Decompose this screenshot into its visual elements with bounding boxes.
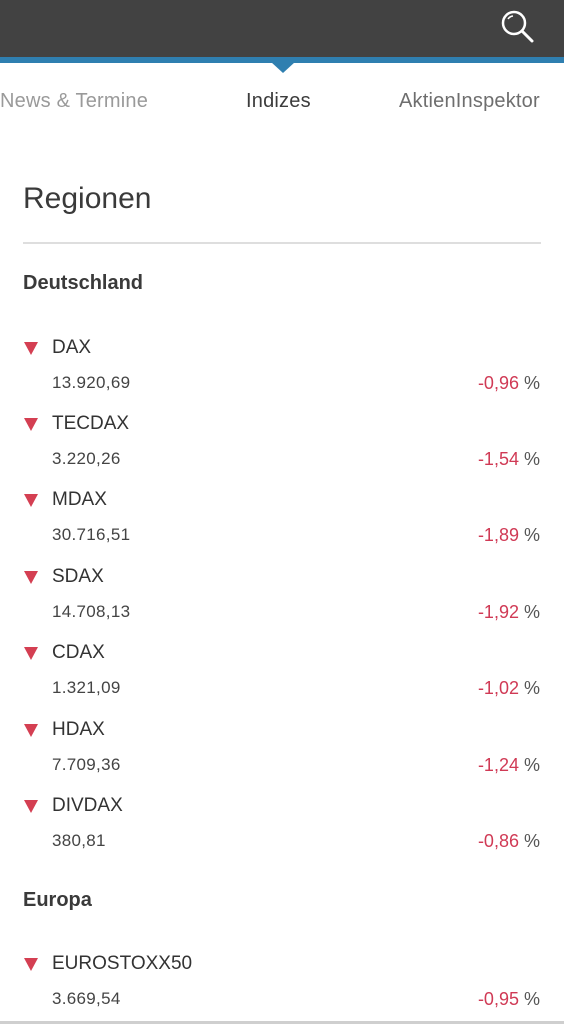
index-name: TECDAX xyxy=(52,413,130,434)
index-row-hdax[interactable]: HDAX 7.709,36 -1,24 % xyxy=(0,719,564,789)
group-heading-deutschland: Deutschland xyxy=(23,272,144,294)
index-row-tecdax[interactable]: TECDAX 3.220,26 -1,54 % xyxy=(0,413,564,483)
index-value: 3.669,54 xyxy=(52,989,121,1008)
down-arrow-icon xyxy=(24,958,38,971)
change-value: -1,54 xyxy=(477,449,519,469)
down-arrow-icon xyxy=(24,571,38,584)
change-value: -1,02 xyxy=(477,678,519,698)
index-name: CDAX xyxy=(52,642,105,663)
change-unit: % xyxy=(523,989,540,1009)
index-value: 14.708,13 xyxy=(52,602,131,621)
index-row-divdax[interactable]: DIVDAX 380,81 -0,86 % xyxy=(0,795,564,865)
index-change: -1,02 % xyxy=(478,678,540,699)
search-icon xyxy=(501,10,534,43)
change-value: -1,89 xyxy=(477,525,519,545)
tab-bar: News & Termine Indizes AktienInspektor xyxy=(0,90,564,130)
index-name: EUROSTOXX50 xyxy=(52,953,193,974)
index-row-sdax[interactable]: SDAX 14.708,13 -1,92 % xyxy=(0,566,564,636)
search-button[interactable] xyxy=(496,5,540,49)
index-row-mdax[interactable]: MDAX 30.716,51 -1,89 % xyxy=(0,489,564,559)
down-arrow-icon xyxy=(24,342,38,355)
down-arrow-icon xyxy=(24,647,38,660)
down-arrow-icon xyxy=(24,494,38,507)
down-arrow-icon xyxy=(24,724,38,737)
index-value: 13.920,69 xyxy=(52,373,131,392)
index-change: -0,86 % xyxy=(478,831,540,852)
index-change: -1,92 % xyxy=(478,602,540,623)
change-unit: % xyxy=(523,602,540,622)
index-row-dax[interactable]: DAX 13.920,69 -0,96 % xyxy=(0,337,564,407)
index-value: 7.709,36 xyxy=(52,755,121,774)
index-change: -1,54 % xyxy=(478,449,540,470)
index-change: -0,96 % xyxy=(478,373,540,394)
index-value: 3.220,26 xyxy=(52,449,121,468)
change-unit: % xyxy=(523,678,540,698)
change-value: -0,95 xyxy=(477,989,519,1009)
change-unit: % xyxy=(523,373,540,393)
change-value: -0,86 xyxy=(477,831,519,851)
change-unit: % xyxy=(523,831,540,851)
tab-indizes[interactable]: Indizes xyxy=(246,90,311,113)
index-row-eurostoxx50[interactable]: EUROSTOXX50 3.669,54 -0,95 % xyxy=(0,953,564,1023)
index-change: -1,89 % xyxy=(478,525,540,546)
change-unit: % xyxy=(523,525,540,545)
down-arrow-icon xyxy=(24,418,38,431)
change-value: -1,92 xyxy=(477,602,519,622)
change-value: -1,24 xyxy=(477,755,519,775)
index-change: -0,95 % xyxy=(478,989,540,1010)
top-app-bar xyxy=(0,0,564,57)
page-title: Regionen xyxy=(23,182,152,215)
change-unit: % xyxy=(523,755,540,775)
group-heading-europa: Europa xyxy=(23,889,92,911)
tab-news-termine[interactable]: News & Termine xyxy=(0,90,148,113)
index-name: SDAX xyxy=(52,566,104,587)
index-value: 1.321,09 xyxy=(52,678,121,697)
index-change: -1,24 % xyxy=(478,755,540,776)
index-value: 30.716,51 xyxy=(52,525,131,544)
divider xyxy=(23,242,541,244)
index-name: HDAX xyxy=(52,719,105,740)
tab-aktieninspektor[interactable]: AktienInspektor xyxy=(399,90,540,113)
index-name: DAX xyxy=(52,337,92,358)
index-row-cdax[interactable]: CDAX 1.321,09 -1,02 % xyxy=(0,642,564,712)
index-value: 380,81 xyxy=(52,831,106,850)
index-name: DIVDAX xyxy=(52,795,123,816)
change-value: -0,96 xyxy=(477,373,519,393)
active-tab-pointer xyxy=(271,62,295,73)
down-arrow-icon xyxy=(24,800,38,813)
index-name: MDAX xyxy=(52,489,107,510)
change-unit: % xyxy=(523,449,540,469)
